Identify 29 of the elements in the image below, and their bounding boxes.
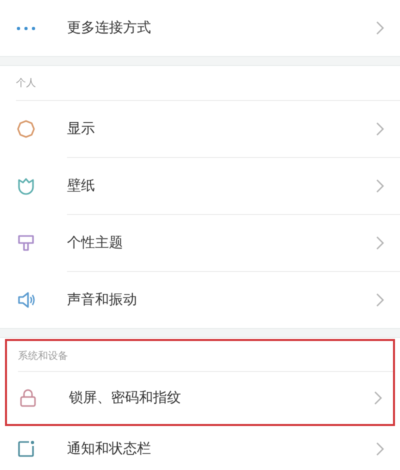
chevron-right-icon — [374, 391, 382, 405]
lock-icon — [18, 388, 38, 408]
row-label: 壁纸 — [67, 176, 96, 196]
settings-row[interactable]: 锁屏、密码和指纹 — [7, 372, 393, 424]
chevron-right-icon — [376, 236, 384, 250]
chevron-right-icon — [376, 442, 384, 456]
chevron-right-icon — [376, 293, 384, 307]
row-label: 更多连接方式 — [67, 18, 152, 38]
row-label: 声音和振动 — [67, 290, 138, 310]
row-label: 显示 — [67, 120, 96, 138]
brush-icon — [16, 233, 36, 253]
speaker-icon — [16, 290, 36, 310]
more-icon — [16, 26, 36, 30]
chevron-right-icon — [376, 21, 384, 35]
row-label: 锁屏、密码和指纹 — [69, 388, 182, 408]
settings-row[interactable]: 声音和振动 — [0, 272, 400, 328]
settings-row[interactable]: 壁纸 — [0, 158, 400, 214]
row-label: 个性主题 — [67, 234, 124, 252]
section-header: 个人 — [16, 76, 36, 90]
settings-row[interactable]: 更多连接方式 — [0, 0, 400, 56]
settings-row[interactable]: 显示 — [0, 101, 400, 157]
row-label: 通知和状态栏 — [67, 440, 152, 458]
chevron-right-icon — [376, 122, 384, 136]
section-header: 系统和设备 — [18, 350, 68, 364]
tulip-icon — [16, 176, 36, 196]
notification-icon — [16, 439, 36, 459]
settings-row[interactable]: 通知和状态栏 — [0, 427, 400, 470]
chevron-right-icon — [376, 179, 384, 193]
settings-row[interactable]: 个性主题 — [0, 215, 400, 271]
